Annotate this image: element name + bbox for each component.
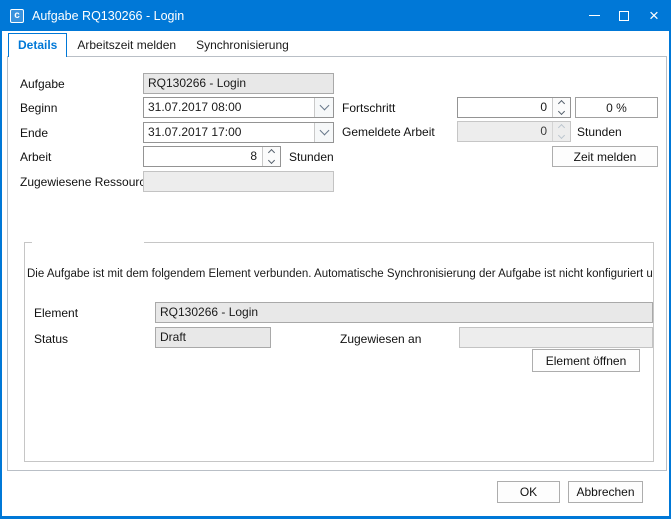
gemeldete-arbeit-label: Gemeldete Arbeit — [342, 125, 435, 139]
element-field: RQ130266 - Login — [155, 302, 653, 323]
fortschritt-label: Fortschritt — [342, 101, 395, 115]
sync-description: Die Aufgabe ist mit dem folgendem Elemen… — [27, 268, 653, 283]
gemeldete-arbeit-spin-up — [553, 122, 570, 132]
gemeldete-arbeit-spin-buttons — [552, 122, 570, 141]
fortschritt-spin-down[interactable] — [553, 108, 570, 118]
minimize-icon — [589, 15, 600, 16]
arbeit-value[interactable]: 8 — [144, 147, 262, 166]
beginn-datetime-picker[interactable]: 31.07.2017 08:00 — [143, 97, 334, 118]
chevron-down-icon — [558, 132, 565, 139]
aufgabe-label: Aufgabe — [20, 77, 65, 91]
status-label: Status — [34, 332, 68, 346]
close-button[interactable]: × — [639, 0, 669, 31]
gemeldete-arbeit-spinner: 0 — [457, 121, 571, 142]
arbeit-spin-up[interactable] — [263, 147, 280, 157]
window-title: Aufgabe RQ130266 - Login — [32, 9, 184, 23]
minimize-button[interactable] — [579, 0, 609, 31]
abbrechen-button[interactable]: Abbrechen — [568, 481, 643, 503]
gemeldete-arbeit-value: 0 — [458, 122, 552, 141]
chevron-up-icon — [558, 100, 565, 107]
zugewiesen-an-field — [459, 327, 653, 348]
maximize-button[interactable] — [609, 0, 639, 31]
app-icon: c — [10, 9, 24, 23]
chevron-down-icon — [319, 126, 329, 136]
title-bar: c Aufgabe RQ130266 - Login × — [0, 0, 671, 31]
arbeit-spinner[interactable]: 8 — [143, 146, 281, 167]
dialog-window: c Aufgabe RQ130266 - Login × Details Arb… — [0, 0, 671, 519]
arbeit-unit-label: Stunden — [289, 150, 334, 164]
arbeit-label: Arbeit — [20, 150, 51, 164]
tab-synchronisierung[interactable]: Synchronisierung — [186, 33, 299, 56]
beginn-value[interactable]: 31.07.2017 08:00 — [144, 98, 314, 117]
ende-label: Ende — [20, 126, 48, 140]
element-label: Element — [34, 306, 78, 320]
tab-arbeitszeit-melden[interactable]: Arbeitszeit melden — [67, 33, 186, 56]
group-box-legend-gap — [32, 241, 144, 244]
gemeldete-arbeit-spin-down — [553, 132, 570, 142]
chevron-down-icon — [319, 101, 329, 111]
close-icon: × — [649, 7, 659, 24]
tab-details[interactable]: Details — [8, 33, 67, 57]
zugewiesen-an-label: Zugewiesen an — [340, 332, 421, 346]
tab-strip: Details Arbeitszeit melden Synchronisier… — [8, 33, 299, 56]
chevron-down-icon — [558, 108, 565, 115]
fortschritt-spinner[interactable]: 0 — [457, 97, 571, 118]
chevron-up-icon — [268, 149, 275, 156]
arbeit-spin-buttons — [262, 147, 280, 166]
ok-button[interactable]: OK — [497, 481, 560, 503]
chevron-down-icon — [268, 157, 275, 164]
status-field: Draft — [155, 327, 271, 348]
chevron-up-icon — [558, 124, 565, 131]
gemeldete-arbeit-unit-label: Stunden — [577, 125, 622, 139]
fortschritt-percent-box: 0 % — [575, 97, 658, 118]
fortschritt-spin-up[interactable] — [553, 98, 570, 108]
maximize-icon — [619, 11, 629, 21]
ende-dropdown-button[interactable] — [314, 123, 333, 142]
beginn-dropdown-button[interactable] — [314, 98, 333, 117]
beginn-label: Beginn — [20, 101, 57, 115]
fortschritt-spin-buttons — [552, 98, 570, 117]
ende-value[interactable]: 31.07.2017 17:00 — [144, 123, 314, 142]
arbeit-spin-down[interactable] — [263, 157, 280, 167]
ressource-label: Zugewiesene Ressource — [20, 175, 152, 189]
window-controls: × — [579, 0, 669, 31]
ressource-field — [143, 171, 334, 192]
ende-datetime-picker[interactable]: 31.07.2017 17:00 — [143, 122, 334, 143]
aufgabe-field: RQ130266 - Login — [143, 73, 334, 94]
element-oeffnen-button[interactable]: Element öffnen — [532, 349, 640, 372]
zeit-melden-button[interactable]: Zeit melden — [552, 146, 658, 167]
fortschritt-value[interactable]: 0 — [458, 98, 552, 117]
